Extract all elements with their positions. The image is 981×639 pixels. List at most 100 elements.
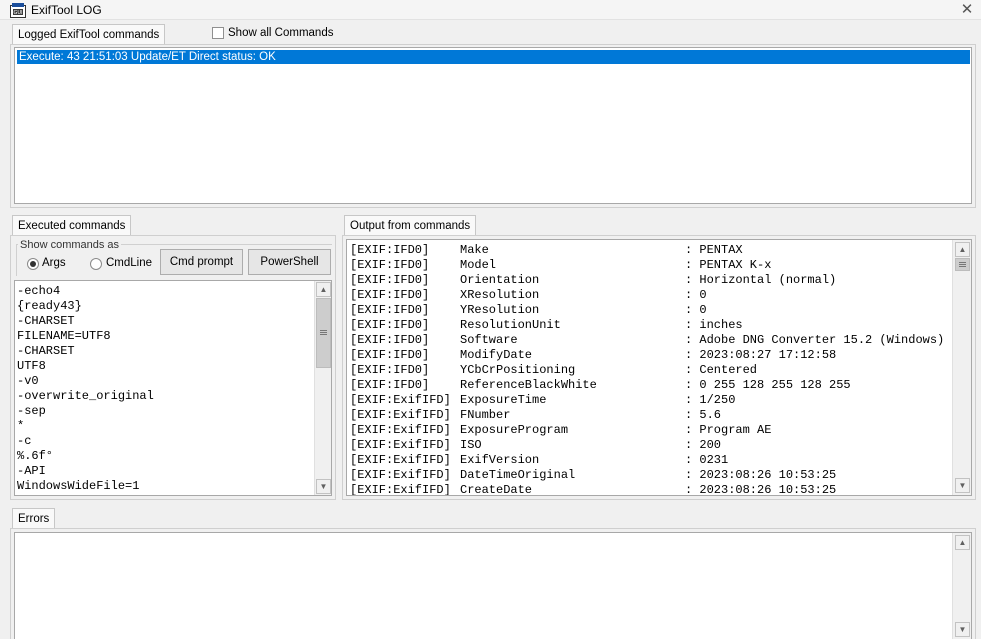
output-value: : 2023:08:26 10:53:25 [685, 468, 837, 482]
output-group: [EXIF:ExifIFD] [350, 483, 451, 496]
list-item: -echo4 [17, 284, 61, 298]
scroll-down-icon[interactable]: ▼ [955, 478, 970, 493]
output-row: [EXIF:IFD0] ReferenceBlackWhite : 0 255 12… [350, 378, 950, 393]
scroll-up-icon[interactable]: ▲ [955, 535, 970, 550]
output-row: [EXIF:ExifIFD] ISO: 200 [350, 438, 950, 453]
powershell-button[interactable]: PowerShell [248, 249, 331, 275]
output-group: [EXIF:IFD0] [350, 348, 430, 362]
output-row: [EXIF:ExifIFD] ExposureProgram : Program A… [350, 423, 950, 438]
output-tag: Make [460, 243, 489, 257]
group-label: Show commands as [18, 239, 122, 251]
errors-list[interactable]: ▲ ▼ [14, 532, 972, 639]
tab-output-from-commands[interactable]: Output from commands [344, 215, 477, 236]
logged-commands-list[interactable]: Execute: 43 21:51:03 Update/ET Direct st… [14, 47, 972, 204]
output-row: [EXIF:IFD0] Software: Adobe DNG Converter… [350, 333, 950, 348]
list-item: %.6f° [17, 449, 54, 463]
window-title: ExifTool LOG [31, 3, 102, 17]
output-row: [EXIF:IFD0] YCbCrPositioning: Centered [350, 363, 950, 378]
output-value: : PENTAX K-x [685, 258, 772, 272]
output-group: [EXIF:ExifIFD] [350, 408, 451, 422]
scroll-down-icon[interactable]: ▼ [955, 622, 970, 637]
output-row: [EXIF:ExifIFD] ExifVersion : 0231 [350, 453, 950, 468]
args-radio[interactable] [27, 258, 39, 270]
output-group: [EXIF:IFD0] [350, 333, 430, 347]
list-item: -v0 [17, 374, 39, 388]
show-all-commands-label: Show all Commands [228, 27, 334, 39]
output-row: [EXIF:IFD0] XResolution : 0 [350, 288, 950, 303]
output-value: : 0231 [685, 453, 729, 467]
output-row: [EXIF:IFD0] Model: PENTAX K-x [350, 258, 950, 273]
output-row: [EXIF:IFD0] Orientation: Horizontal (norm… [350, 273, 950, 288]
output-value: : Program AE [685, 423, 772, 437]
title-bar: GUI ExifTool LOG ✕ [0, 0, 981, 20]
errors-scrollbar[interactable]: ▲ ▼ [952, 533, 971, 639]
output-group: [EXIF:ExifIFD] [350, 468, 451, 482]
output-group: [EXIF:ExifIFD] [350, 453, 451, 467]
executed-commands-list[interactable]: -echo4 {ready43} -CHARSET FILENAME=UTF8 … [14, 280, 332, 496]
output-value: : 0 255 128 255 128 255 [685, 378, 851, 392]
output-tag: ExifVersion [460, 453, 540, 467]
output-group: [EXIF:IFD0] [350, 378, 430, 392]
output-tag: Model [460, 258, 497, 272]
scroll-thumb[interactable] [955, 258, 970, 271]
tab-executed-commands[interactable]: Executed commands [12, 215, 132, 236]
output-scrollbar[interactable]: ▲ ▼ [952, 240, 971, 495]
scroll-thumb[interactable] [316, 298, 331, 368]
output-row: [EXIF:ExifIFD] CreateDate : 2023:08:26 10:… [350, 483, 950, 496]
output-tag: ModifyDate [460, 348, 533, 362]
output-tag: Orientation [460, 273, 540, 287]
output-group: [EXIF:IFD0] [350, 243, 430, 257]
output-tag: XResolution [460, 288, 540, 302]
output-tag: ResolutionUnit [460, 318, 561, 332]
scroll-down-icon[interactable]: ▼ [316, 479, 331, 494]
output-value: : 200 [685, 438, 722, 452]
output-value: : 0 [685, 288, 707, 302]
output-tag: FNumber [460, 408, 511, 422]
output-value: : 1/250 [685, 393, 736, 407]
output-group: [EXIF:ExifIFD] [350, 423, 451, 437]
output-value: : Horizontal (normal) [685, 273, 837, 287]
show-all-commands-checkbox[interactable] [212, 27, 224, 39]
output-group: [EXIF:IFD0] [350, 318, 430, 332]
scroll-up-icon[interactable]: ▲ [955, 242, 970, 257]
list-item: -CHARSET [17, 344, 75, 358]
output-tag: CreateDate [460, 483, 533, 496]
close-icon[interactable]: ✕ [958, 1, 976, 18]
list-item: WindowsWideFile=1 [17, 479, 140, 493]
cmdline-radio[interactable] [90, 258, 102, 270]
tab-logged-commands[interactable]: Logged ExifTool commands [12, 24, 166, 45]
output-tag: ReferenceBlackWhite [460, 378, 597, 392]
output-list[interactable]: [EXIF:IFD0] Make : PENTAX [EXIF:IFD0] Model:… [346, 239, 972, 496]
output-group: [EXIF:IFD0] [350, 303, 430, 317]
output-value: : 2023:08:26 10:53:25 [685, 483, 837, 496]
executed-list-scrollbar[interactable]: ▲ ▼ [314, 281, 331, 495]
tab-errors[interactable]: Errors [12, 508, 56, 529]
list-item: {ready43} [17, 299, 82, 313]
output-value: : Centered [685, 363, 758, 377]
output-value: : PENTAX [685, 243, 743, 257]
list-item: FILENAME=UTF8 [17, 329, 111, 343]
output-row: [EXIF:ExifIFD] FNumber : 5.6 [350, 408, 950, 423]
output-tag: ISO [460, 438, 482, 452]
scroll-up-icon[interactable]: ▲ [316, 282, 331, 297]
output-tag: DateTimeOriginal [460, 468, 576, 482]
cmd-prompt-button[interactable]: Cmd prompt [160, 249, 243, 275]
output-value: : inches [685, 318, 743, 332]
output-value: : 2023:08:27 17:12:58 [685, 348, 837, 362]
output-row: [EXIF:ExifIFD] ExposureTime: 1/250 [350, 393, 950, 408]
output-value: : 0 [685, 303, 707, 317]
output-value: : 5.6 [685, 408, 722, 422]
list-item: -sep [17, 404, 46, 418]
output-tag: YResolution [460, 303, 540, 317]
output-tag: Software [460, 333, 518, 347]
args-lines: -echo4 {ready43} -CHARSET FILENAME=UTF8 … [17, 284, 313, 494]
output-row: [EXIF:IFD0] ModifyDate : 2023:08:27 17:12:… [350, 348, 950, 363]
list-item[interactable]: Execute: 43 21:51:03 Update/ET Direct st… [17, 50, 970, 64]
output-group: [EXIF:IFD0] [350, 363, 430, 377]
output-rows: [EXIF:IFD0] Make : PENTAX [EXIF:IFD0] Model:… [350, 243, 950, 496]
output-group: [EXIF:IFD0] [350, 288, 430, 302]
cmdline-radio-label[interactable]: CmdLine [106, 257, 152, 269]
args-radio-label[interactable]: Args [42, 257, 66, 269]
output-tag: ExposureProgram [460, 423, 569, 437]
svg-text:GUI: GUI [13, 10, 22, 16]
